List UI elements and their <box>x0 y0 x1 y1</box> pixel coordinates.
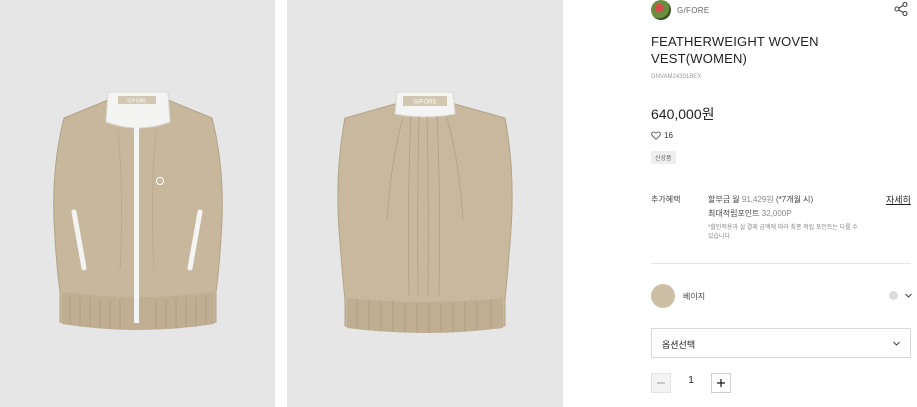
installment-amount: 91,429원 <box>741 195 774 204</box>
heart-icon <box>651 131 661 140</box>
points-info: 최대적립포인트 32,000P <box>708 208 792 219</box>
share-icon[interactable] <box>894 2 908 16</box>
product-sku: GNVAM24301BEX <box>651 74 702 80</box>
color-name: 베이지 <box>683 292 706 301</box>
new-product-badge: 신상품 <box>651 151 676 164</box>
benefit-label: 추가혜택 <box>651 195 681 204</box>
option-select-label: 옵션선택 <box>662 340 696 350</box>
minus-icon <box>657 382 665 384</box>
vest-back-illustration: G/FORE <box>337 91 513 333</box>
color-indicator-dot <box>889 291 898 300</box>
quantity-decrease-button[interactable] <box>651 373 671 393</box>
plus-icon <box>717 379 725 387</box>
vest-front-illustration: G/FORE <box>53 91 223 330</box>
color-swatch <box>651 284 675 308</box>
product-image-front[interactable]: G/FORE <box>0 0 275 407</box>
benefit-detail-link[interactable]: 자세히 <box>886 193 911 206</box>
brand-logo <box>651 0 671 20</box>
quantity-value: 1 <box>688 375 694 386</box>
brand-row[interactable]: G/FORE <box>651 0 709 20</box>
color-option[interactable]: 베이지 <box>651 283 913 309</box>
points-label: 최대적립포인트 <box>708 209 760 218</box>
product-price: 640,000원 <box>651 106 715 122</box>
points-note: *할인적용과 실 결제 금액에 따라 최종 적립 포인트는 다를 수 있습니다. <box>708 225 858 240</box>
option-select-dropdown[interactable]: 옵션선택 <box>651 328 911 358</box>
quantity-increase-button[interactable] <box>711 373 731 393</box>
neck-label-front: G/FORE <box>127 99 147 105</box>
like-count: 16 <box>664 131 673 140</box>
product-image-back[interactable]: G/FORE <box>287 0 563 407</box>
chevron-down-icon <box>893 341 900 346</box>
brand-name: G/FORE <box>677 5 710 15</box>
like-button[interactable]: 16 <box>651 131 673 140</box>
neck-label-back: G/FORE <box>413 100 436 106</box>
chevron-down-icon[interactable] <box>904 291 913 300</box>
product-detail-panel: G/FORE FEATHERWEIGHT WOVEN VEST(WOMEN) G… <box>563 0 917 407</box>
product-title: FEATHERWEIGHT WOVEN VEST(WOMEN) <box>651 34 819 66</box>
divider <box>651 263 911 264</box>
installment-prefix: 할부금 월 <box>708 195 740 204</box>
installment-months: (*7개월 시) <box>775 195 814 204</box>
points-amount: 32,000P <box>761 209 792 218</box>
installment-info: 할부금 월 91,429원 (*7개월 시) <box>708 194 813 205</box>
